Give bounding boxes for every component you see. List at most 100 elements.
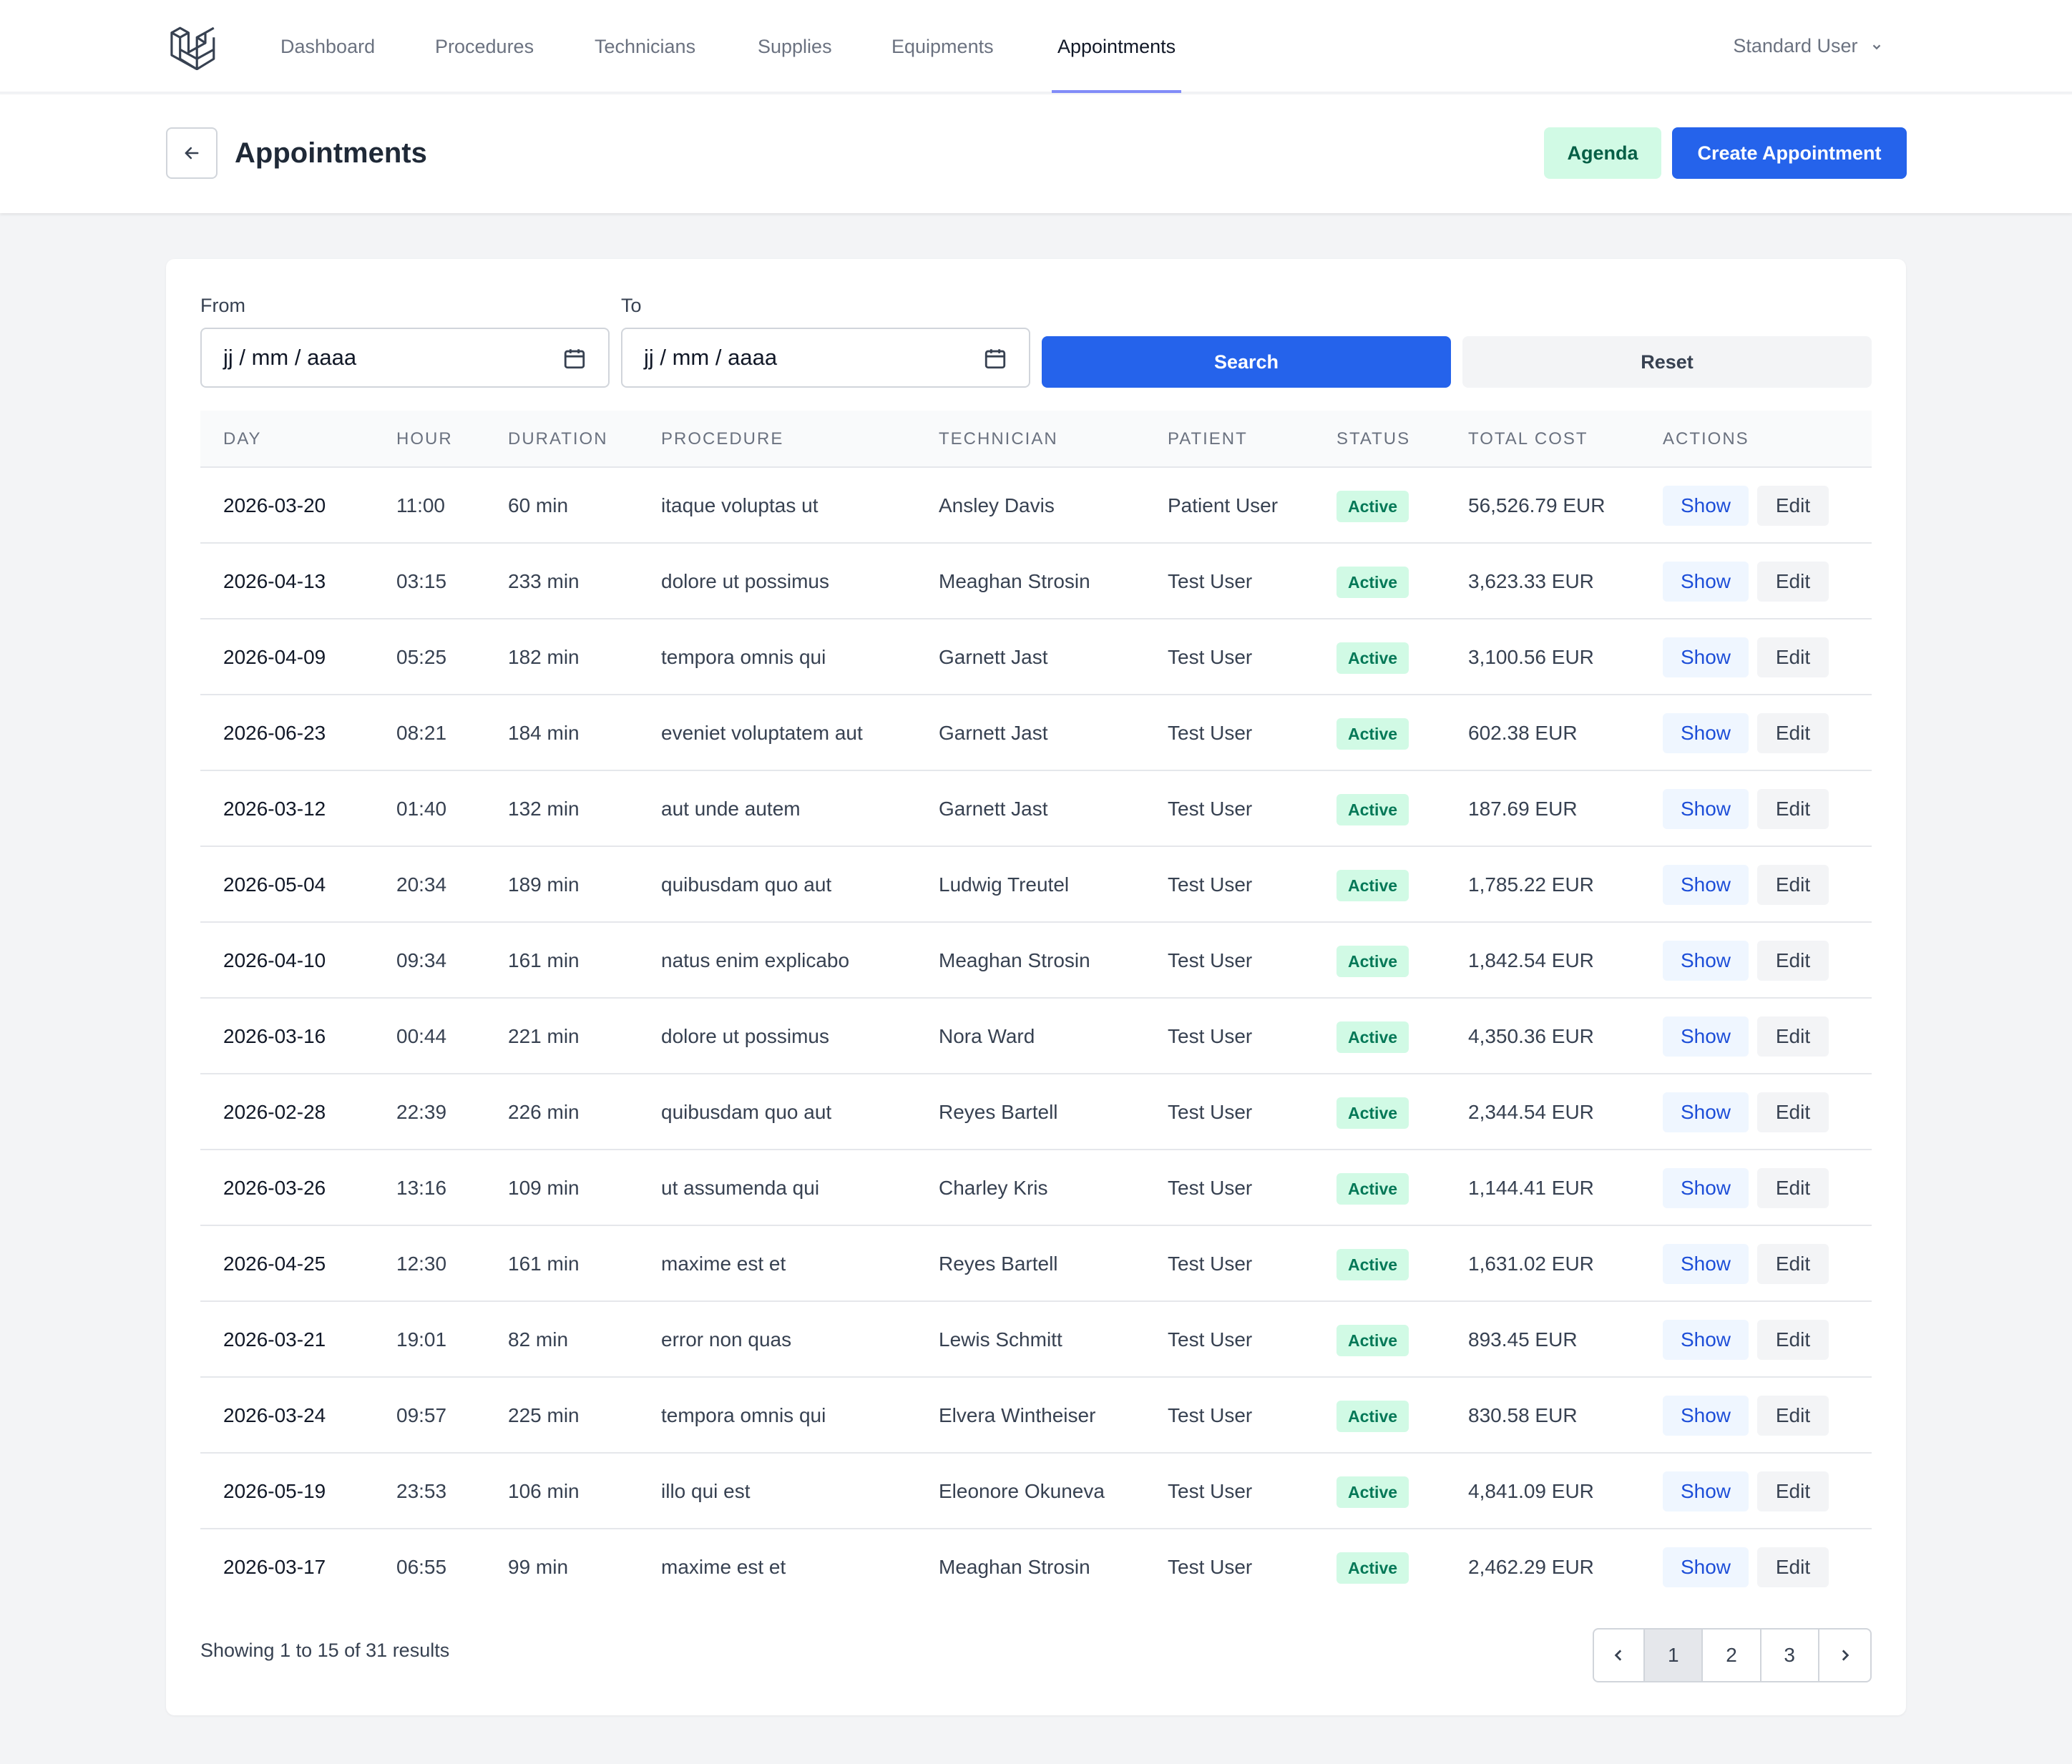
page-1-button[interactable]: 1 (1645, 1630, 1704, 1681)
edit-button[interactable]: Edit (1757, 1016, 1829, 1057)
edit-button[interactable]: Edit (1757, 486, 1829, 526)
appointments-table: DAY HOUR DURATION PROCEDURE TECHNICIAN P… (200, 411, 1872, 1605)
cell-day: 2026-03-17 (223, 1556, 326, 1578)
nav-technicians[interactable]: Technicians (595, 0, 695, 93)
cell-technician: Reyes Bartell (939, 1101, 1058, 1123)
cell-total-cost: 1,144.41 EUR (1468, 1177, 1594, 1199)
edit-button[interactable]: Edit (1757, 562, 1829, 602)
column-header-procedure: PROCEDURE (661, 429, 784, 449)
cell-technician: Ludwig Treutel (939, 873, 1070, 896)
cell-duration: 182 min (508, 646, 580, 668)
show-button[interactable]: Show (1663, 713, 1749, 753)
user-menu[interactable]: Standard User (1733, 0, 1883, 93)
show-button[interactable]: Show (1663, 486, 1749, 526)
prev-page-button[interactable] (1594, 1630, 1646, 1681)
cell-hour: 12:30 (396, 1253, 447, 1275)
next-page-button[interactable] (1819, 1630, 1870, 1681)
to-date-input[interactable]: jj / mm / aaaa (621, 328, 1030, 388)
agenda-button[interactable]: Agenda (1544, 127, 1661, 179)
nav-dashboard[interactable]: Dashboard (280, 0, 375, 93)
column-header-total-cost: TOTAL COST (1468, 429, 1588, 449)
cell-technician: Garnett Jast (939, 722, 1048, 744)
table-row: 2026-04-13 03:15 233 min dolore ut possimus… (200, 544, 1872, 619)
show-button[interactable]: Show (1663, 865, 1749, 905)
create-appointment-button[interactable]: Create Appointment (1672, 127, 1907, 179)
show-button[interactable]: Show (1663, 1471, 1749, 1511)
show-button[interactable]: Show (1663, 1396, 1749, 1436)
show-button[interactable]: Show (1663, 941, 1749, 981)
cell-patient: Test User (1168, 1556, 1253, 1578)
cell-hour: 09:34 (396, 949, 447, 971)
cell-day: 2026-03-24 (223, 1404, 326, 1426)
calendar-icon[interactable] (562, 346, 587, 371)
arrow-left-icon (185, 147, 199, 160)
edit-button[interactable]: Edit (1757, 713, 1829, 753)
show-button[interactable]: Show (1663, 789, 1749, 829)
page-2-button[interactable]: 2 (1703, 1630, 1761, 1681)
cell-patient: Test User (1168, 1480, 1253, 1502)
laravel-logo-icon[interactable] (169, 21, 218, 70)
edit-button[interactable]: Edit (1757, 1396, 1829, 1436)
from-date-input[interactable]: jj / mm / aaaa (200, 328, 610, 388)
cell-patient: Test User (1168, 1101, 1253, 1123)
page-header: Appointments Agenda Create Appointment (0, 94, 2072, 213)
edit-button[interactable]: Edit (1757, 789, 1829, 829)
cell-duration: 225 min (508, 1404, 580, 1426)
edit-button[interactable]: Edit (1757, 1244, 1829, 1284)
column-header-status: STATUS (1336, 429, 1411, 449)
show-button[interactable]: Show (1663, 1547, 1749, 1587)
edit-button[interactable]: Edit (1757, 1471, 1829, 1511)
cell-procedure: itaque voluptas ut (661, 494, 818, 516)
cell-day: 2026-04-13 (223, 570, 326, 592)
show-button[interactable]: Show (1663, 1016, 1749, 1057)
edit-button[interactable]: Edit (1757, 1168, 1829, 1208)
nav-appointments[interactable]: Appointments (1051, 0, 1182, 93)
edit-button[interactable]: Edit (1757, 1547, 1829, 1587)
cell-total-cost: 4,350.36 EUR (1468, 1025, 1594, 1047)
cell-hour: 03:15 (396, 570, 447, 592)
edit-button[interactable]: Edit (1757, 1320, 1829, 1360)
status-badge: Active (1336, 718, 1409, 750)
table-row: 2026-05-19 23:53 106 min illo qui est Eleono… (200, 1454, 1872, 1529)
status-badge: Active (1336, 1097, 1409, 1129)
status-badge: Active (1336, 1249, 1409, 1280)
nav-procedures[interactable]: Procedures (435, 0, 534, 93)
cell-day: 2026-04-25 (223, 1253, 326, 1275)
cell-day: 2026-04-10 (223, 949, 326, 971)
nav-supplies[interactable]: Supplies (758, 0, 832, 93)
pagination: 1 2 3 (1593, 1628, 1872, 1682)
reset-button[interactable]: Reset (1462, 336, 1872, 388)
cell-technician: Charley Kris (939, 1177, 1048, 1199)
cell-technician: Ansley Davis (939, 494, 1055, 516)
calendar-icon[interactable] (983, 346, 1007, 371)
cell-day: 2026-03-26 (223, 1177, 326, 1199)
cell-total-cost: 1,631.02 EUR (1468, 1253, 1594, 1275)
page-title: Appointments (235, 137, 427, 169)
show-button[interactable]: Show (1663, 562, 1749, 602)
top-navigation: Dashboard Procedures Technicians Supplie… (0, 0, 2072, 93)
back-button[interactable] (166, 127, 218, 179)
page-3-button[interactable]: 3 (1761, 1630, 1819, 1681)
cell-hour: 13:16 (396, 1177, 447, 1199)
cell-technician: Meaghan Strosin (939, 1556, 1090, 1578)
cell-patient: Test User (1168, 1328, 1253, 1351)
show-button[interactable]: Show (1663, 637, 1749, 677)
search-button[interactable]: Search (1042, 336, 1451, 388)
show-button[interactable]: Show (1663, 1244, 1749, 1284)
show-button[interactable]: Show (1663, 1092, 1749, 1132)
table-row: 2026-03-21 19:01 82 min error non quas Lewis… (200, 1302, 1872, 1378)
edit-button[interactable]: Edit (1757, 637, 1829, 677)
edit-button[interactable]: Edit (1757, 1092, 1829, 1132)
edit-button[interactable]: Edit (1757, 865, 1829, 905)
show-button[interactable]: Show (1663, 1320, 1749, 1360)
edit-button[interactable]: Edit (1757, 941, 1829, 981)
column-header-patient: PATIENT (1168, 429, 1248, 449)
show-button[interactable]: Show (1663, 1168, 1749, 1208)
cell-patient: Test User (1168, 646, 1253, 668)
cell-technician: Meaghan Strosin (939, 570, 1090, 592)
nav-equipments[interactable]: Equipments (891, 0, 994, 93)
status-badge: Active (1336, 1476, 1409, 1508)
status-badge: Active (1336, 1325, 1409, 1356)
cell-total-cost: 56,526.79 EUR (1468, 494, 1606, 516)
cell-patient: Test User (1168, 873, 1253, 896)
